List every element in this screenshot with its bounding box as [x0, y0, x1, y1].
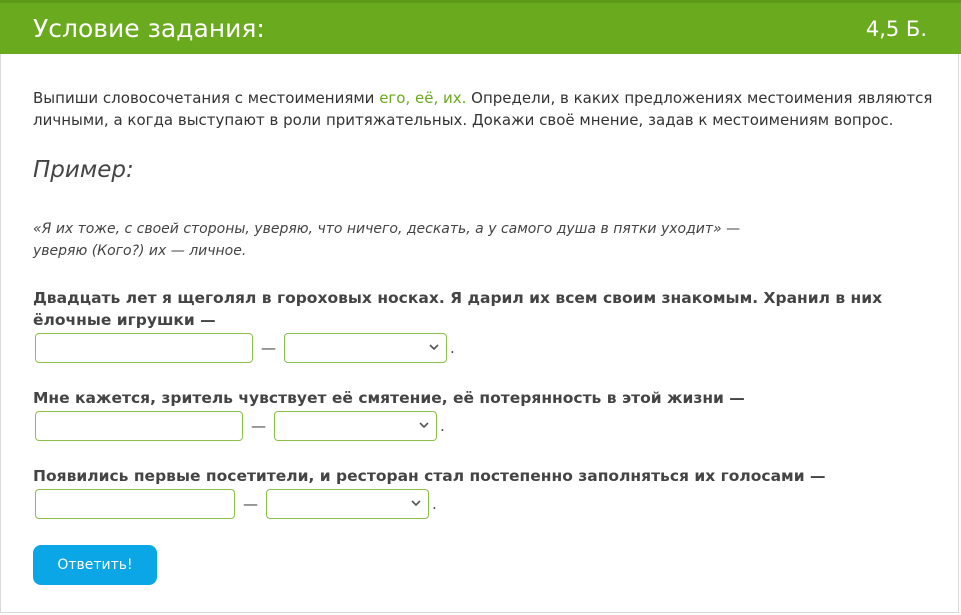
task-sentence-1: Двадцать лет я щеголял в гороховых носка… [33, 289, 883, 329]
chevron-down-icon [429, 344, 439, 351]
task-header: Условие задания: 4,5 Б. [0, 0, 961, 54]
chevron-down-icon [419, 422, 429, 429]
pronoun-type-select-2[interactable] [274, 411, 437, 441]
example-heading: Пример: [33, 157, 134, 183]
task-sentence-3: Появились первые посетители, и ресторан … [33, 467, 826, 485]
answer-row-2: — . [35, 409, 445, 443]
period-1: . [450, 339, 455, 357]
answer-row-3: — . [35, 487, 437, 521]
answer-input-1[interactable] [35, 333, 253, 363]
instruction-before: Выпиши словосочетания с местоимениями [33, 89, 380, 107]
submit-answer-button[interactable]: Ответить! [33, 545, 157, 585]
task-sentence-2: Мне кажется, зритель чувствует её смятен… [33, 389, 745, 407]
pronoun-type-select-3[interactable] [266, 489, 429, 519]
dash-3: — [243, 495, 258, 513]
dash-1: — [261, 339, 276, 357]
instruction-pronouns: его, её, их. [379, 89, 467, 107]
header-title: Условие задания: [33, 14, 265, 43]
example-line-2: уверяю (Кого?) их — личное. [33, 243, 247, 259]
example-text: «Я их тоже, с своей стороны, уверяю, что… [33, 218, 793, 262]
period-3: . [432, 495, 437, 513]
instruction-text: Выпиши словосочетания с местоимениями ег… [33, 87, 933, 131]
answer-input-3[interactable] [35, 489, 235, 519]
pronoun-type-select-1[interactable] [284, 333, 447, 363]
example-line-1: «Я их тоже, с своей стороны, уверяю, что… [33, 221, 741, 237]
points-badge: 4,5 Б. [865, 17, 927, 41]
answer-input-2[interactable] [35, 411, 243, 441]
chevron-down-icon [411, 500, 421, 507]
answer-row-1: — . [35, 331, 455, 365]
dash-2: — [251, 417, 266, 435]
period-2: . [440, 417, 445, 435]
